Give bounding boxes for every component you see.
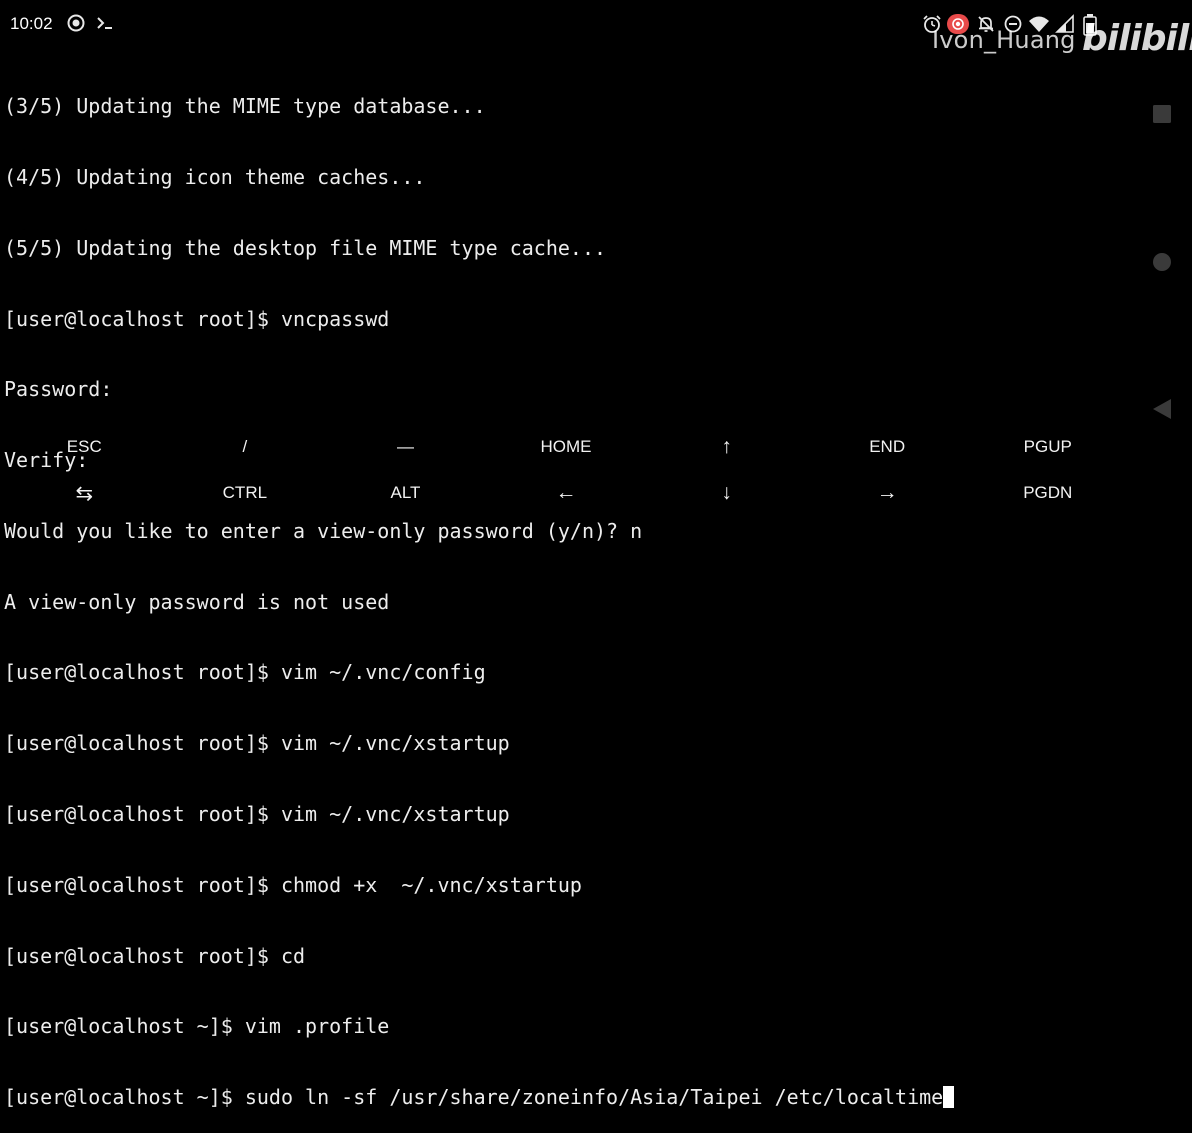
back-triangle-icon[interactable] [1151,397,1173,425]
terminal-line: Would you like to enter a view-only pass… [4,518,643,543]
terminal-command: [user@localhost ~]$ sudo ln -sf /usr/sha… [4,1085,944,1110]
dash-key[interactable]: — [325,424,486,470]
alt-key[interactable]: ALT [325,470,486,516]
terminal-input-line[interactable]: [user@localhost ~]$ sudo ln -sf /usr/sha… [4,1085,955,1110]
terminal-line: (3/5) Updating the MIME type database... [4,94,486,119]
terminal-output[interactable]: (3/5) Updating the MIME type database...… [4,48,955,1133]
extra-keys-bar: ESC / — HOME ↑ END PGUP ⇆ CTRL ALT ← ↓ →… [4,424,1128,516]
arrow-down-key[interactable]: ↓ [646,470,807,516]
screen-record-icon [66,13,86,38]
terminal-line: [user@localhost root]$ vim ~/.vnc/xstart… [4,731,510,756]
terminal-line: Password: [4,377,113,402]
terminal-line: [user@localhost root]$ vim ~/.vnc/xstart… [4,802,510,826]
terminal-line: [user@localhost root]$ vncpasswd [4,306,390,331]
ctrl-key[interactable]: CTRL [165,470,326,516]
arrow-up-key[interactable]: ↑ [646,424,807,470]
pgdn-key[interactable]: PGDN [967,470,1128,516]
bilibili-logo: bilibili [1082,18,1192,59]
status-time: 10:02 [10,14,53,33]
arrow-left-key[interactable]: ← [486,470,647,516]
tab-key[interactable]: ⇆ [4,470,165,516]
text-cursor [943,1086,955,1109]
terminal-line: [user@localhost ~]$ vim .profile [4,1014,390,1039]
terminal-line: [user@localhost root]$ vim ~/.vnc/config [4,660,486,685]
home-key[interactable]: HOME [486,424,647,470]
end-key[interactable]: END [807,424,968,470]
terminal-prompt-icon [95,13,115,38]
slash-key[interactable]: / [165,424,326,470]
terminal-line: [user@localhost root]$ chmod +x ~/.vnc/x… [4,872,582,897]
terminal-line: (5/5) Updating the desktop file MIME typ… [4,235,607,260]
home-circle-icon[interactable] [1151,251,1173,277]
extra-keys-row-2: ⇆ CTRL ALT ← ↓ → PGDN [4,470,1128,516]
pgup-key[interactable]: PGUP [967,424,1128,470]
terminal-line: (4/5) Updating icon theme caches... [4,164,426,189]
terminal-line: [user@localhost root]$ cd [4,943,306,968]
esc-key[interactable]: ESC [4,424,165,470]
extra-keys-row-1: ESC / — HOME ↑ END PGUP [4,424,1128,470]
arrow-right-key[interactable]: → [807,470,968,516]
recents-square-icon[interactable] [1151,103,1173,129]
terminal-line: A view-only password is not used [4,589,390,614]
